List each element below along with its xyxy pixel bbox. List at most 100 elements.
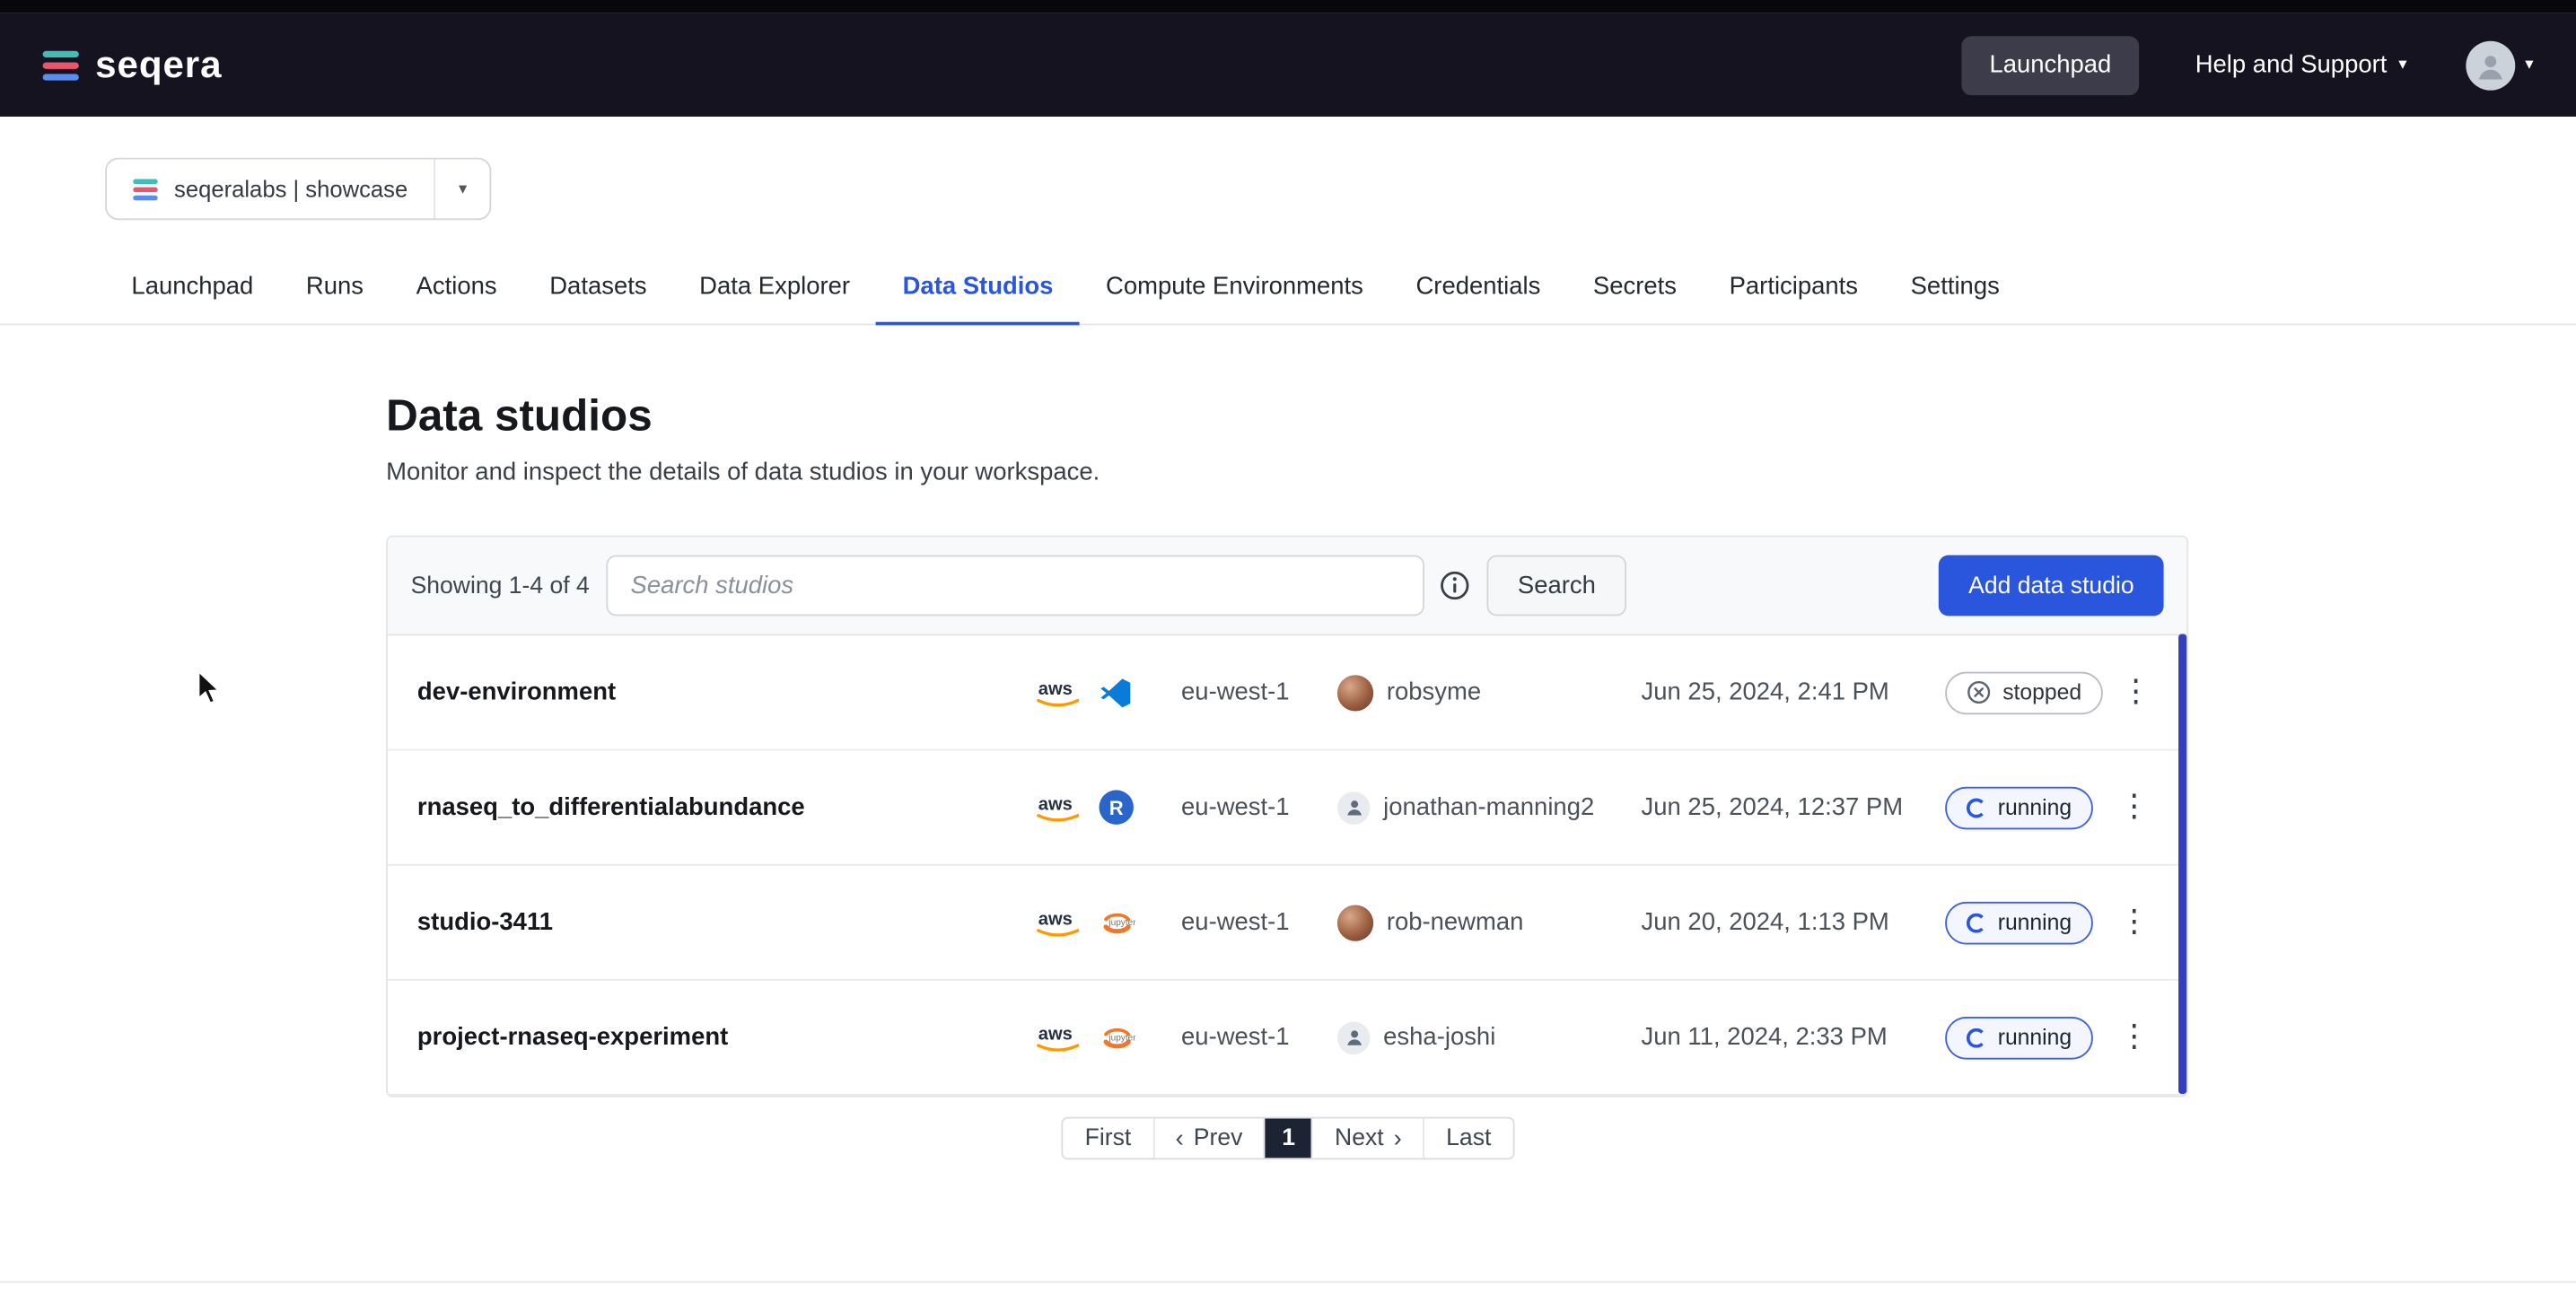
seqera-logo-icon [43, 50, 79, 80]
studio-name[interactable]: rnaseq_to_differentialabundance [417, 793, 1033, 821]
studio-name[interactable]: project-rnaseq-experiment [417, 1023, 1033, 1051]
studio-icons: aws jupyter [1033, 905, 1181, 940]
studio-status: running [1945, 901, 2101, 944]
workspace-name: seqeralabs | showcase [174, 176, 407, 202]
status-badge: stopped [1945, 671, 2103, 714]
studio-date: Jun 11, 2024, 2:33 PM [1642, 1023, 1946, 1051]
aws-icon: aws [1033, 1021, 1082, 1053]
user-avatar-icon [2474, 48, 2507, 82]
svg-text:jupyter: jupyter [1108, 917, 1135, 927]
help-and-support-menu[interactable]: Help and Support ▾ [2195, 51, 2407, 79]
studio-status: running [1945, 786, 2101, 829]
studio-region: eu-west-1 [1181, 678, 1337, 706]
next-label: Next [1335, 1125, 1384, 1151]
pagination-current-page[interactable]: 1 [1264, 1118, 1311, 1158]
vscode-icon [1100, 676, 1133, 709]
search-input[interactable] [606, 555, 1424, 617]
launchpad-button[interactable]: Launchpad [1961, 35, 2139, 94]
svg-text:aws: aws [1038, 909, 1073, 929]
chevron-down-icon: ▾ [2398, 56, 2406, 74]
user-name: rob-newman [1387, 908, 1524, 936]
studio-region: eu-west-1 [1181, 1023, 1337, 1051]
studio-name[interactable]: dev-environment [417, 678, 1033, 706]
tab-settings[interactable]: Settings [1884, 253, 2026, 324]
pagination-prev-button[interactable]: ‹ Prev [1152, 1118, 1264, 1158]
tab-data-studios[interactable]: Data Studios [876, 253, 1079, 326]
studio-region: eu-west-1 [1181, 908, 1337, 936]
aws-icon: aws [1033, 906, 1082, 938]
tab-credentials[interactable]: Credentials [1389, 253, 1566, 324]
row-menu-button[interactable]: ⋮ [2103, 677, 2169, 708]
pagination-last-button[interactable]: Last [1424, 1118, 1513, 1158]
studio-user: esha-joshi [1337, 1021, 1642, 1054]
info-button[interactable] [1439, 570, 1470, 601]
tab-participants[interactable]: Participants [1703, 253, 1884, 324]
page-subtitle: Monitor and inspect the details of data … [386, 459, 2576, 486]
tab-actions[interactable]: Actions [390, 253, 523, 324]
table-row[interactable]: studio-3411 aws jupyter eu-west-1 rob-ne… [388, 866, 2186, 981]
workspace-dropdown-button[interactable]: ▾ [434, 160, 490, 219]
status-label: running [1998, 795, 2072, 819]
status-badge: running [1945, 786, 2093, 829]
seqera-logo[interactable]: seqera [43, 43, 223, 87]
user-name: esha-joshi [1383, 1023, 1495, 1051]
studio-date: Jun 20, 2024, 1:13 PM [1642, 908, 1946, 936]
row-menu-button[interactable]: ⋮ [2101, 791, 2167, 823]
rstudio-icon: R [1100, 790, 1134, 824]
studio-region: eu-west-1 [1181, 793, 1337, 821]
running-spinner-icon [1967, 798, 1986, 818]
studio-status: stopped [1945, 671, 2103, 714]
avatar-chevron-down-icon[interactable]: ▾ [2525, 56, 2533, 74]
add-data-studio-button[interactable]: Add data studio [1939, 555, 2163, 617]
svg-text:aws: aws [1038, 1025, 1073, 1045]
workspace-selector[interactable]: seqeralabs | showcase ▾ [105, 158, 491, 221]
table-row[interactable]: rnaseq_to_differentialabundance aws R eu… [388, 750, 2186, 865]
studio-icons: aws R [1033, 790, 1181, 824]
status-badge: running [1945, 1016, 2093, 1059]
user-generic-icon [1337, 791, 1371, 824]
tab-launchpad[interactable]: Launchpad [105, 253, 279, 324]
chevron-right-icon: › [1394, 1126, 1402, 1150]
user-avatar[interactable] [2466, 40, 2515, 90]
chevron-left-icon: ‹ [1176, 1126, 1184, 1150]
row-menu-button[interactable]: ⋮ [2101, 1021, 2167, 1053]
mouse-cursor [197, 670, 225, 706]
studio-user: robsyme [1337, 674, 1642, 710]
svg-text:jupyter: jupyter [1108, 1032, 1135, 1042]
row-menu-button[interactable]: ⋮ [2101, 906, 2167, 938]
workspace-tabs: Launchpad Runs Actions Datasets Data Exp… [0, 253, 2576, 326]
studio-name[interactable]: studio-3411 [417, 908, 1033, 936]
table-toolbar: Showing 1-4 of 4 Search Add data studio [388, 538, 2186, 636]
search-button[interactable]: Search [1486, 555, 1627, 617]
last-label: Last [1446, 1125, 1491, 1151]
studio-icons: aws jupyter [1033, 1019, 1181, 1055]
stopped-circle-x-icon [1967, 680, 1991, 704]
user-name: robsyme [1387, 678, 1481, 706]
jupyter-icon: jupyter [1100, 905, 1135, 940]
tab-compute-environments[interactable]: Compute Environments [1080, 253, 1389, 324]
table-row[interactable]: project-rnaseq-experiment aws jupyter eu… [388, 981, 2186, 1096]
pagination: First ‹ Prev 1 Next › Last [0, 1117, 2576, 1160]
status-label: running [1998, 910, 2072, 934]
table-row[interactable]: dev-environment aws eu-west-1 robsyme Ju… [388, 635, 2186, 750]
svg-text:aws: aws [1038, 794, 1073, 814]
svg-text:aws: aws [1038, 679, 1073, 699]
tab-data-explorer[interactable]: Data Explorer [673, 253, 876, 324]
aws-icon: aws [1033, 677, 1082, 708]
status-badge: running [1945, 901, 2093, 944]
tab-runs[interactable]: Runs [280, 253, 390, 324]
brand-name: seqera [95, 43, 222, 87]
user-generic-icon [1337, 1021, 1371, 1054]
tab-datasets[interactable]: Datasets [523, 253, 673, 324]
prev-label: Prev [1194, 1125, 1243, 1151]
table-scrollbar[interactable] [2178, 634, 2186, 1094]
aws-icon: aws [1033, 791, 1082, 823]
tab-secrets[interactable]: Secrets [1567, 253, 1704, 324]
user-name: jonathan-manning2 [1383, 793, 1594, 821]
pagination-first-button[interactable]: First [1064, 1118, 1152, 1158]
footer-divider [0, 1281, 2576, 1303]
pagination-next-button[interactable]: Next › [1311, 1118, 1423, 1158]
status-label: running [1998, 1025, 2072, 1049]
studio-user: jonathan-manning2 [1337, 791, 1642, 824]
running-spinner-icon [1967, 1028, 1986, 1047]
